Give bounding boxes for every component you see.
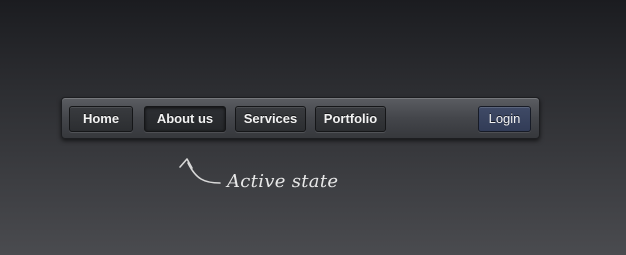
annotation-label: Active state [227, 171, 339, 192]
nav-portfolio-button[interactable]: Portfolio [315, 106, 386, 132]
main-navbar: Home About us Services Portfolio Login [61, 97, 540, 139]
nav-services-button[interactable]: Services [235, 106, 306, 132]
active-state-annotation: Active state [176, 155, 356, 205]
nav-about-us-button[interactable]: About us [144, 106, 226, 132]
login-button[interactable]: Login [478, 106, 531, 132]
nav-home-button[interactable]: Home [69, 106, 133, 132]
